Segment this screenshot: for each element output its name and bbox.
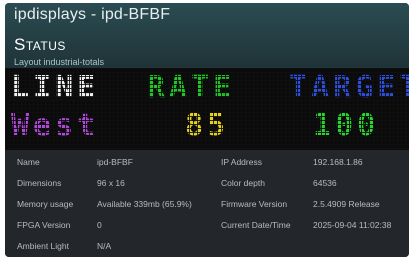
layout-label: Layout industrial-totals: [14, 57, 105, 67]
info-value: 64536: [313, 178, 337, 188]
info-value: ipd-BFBF: [97, 157, 133, 167]
info-value: 0: [97, 220, 102, 230]
display-text-target: TARGET: [289, 70, 409, 105]
display-text-rate: RATE: [147, 70, 236, 105]
header: ipdisplays - ipd-BFBF Status Layout indu…: [5, 3, 409, 68]
info-row: Name ipd-BFBF IP Address 192.168.1.86: [5, 152, 409, 173]
display-text-line: LINE: [11, 70, 100, 105]
info-value: N/A: [97, 241, 112, 251]
info-key: Dimensions: [17, 178, 62, 188]
info-key: Name: [17, 157, 40, 167]
info-value: 2.5.4909 Release: [313, 199, 380, 209]
info-row: Dimensions 96 x 16 Color depth 64536: [5, 173, 409, 194]
info-value: Available 339mb (65.9%): [97, 199, 192, 209]
info-key: Ambient Light: [17, 241, 69, 251]
info-row: Memory usage Available 339mb (65.9%) Fir…: [5, 194, 409, 215]
info-key: Color depth: [221, 178, 265, 188]
info-row: FPGA Version 0 Current Date/Time 2025-09…: [5, 215, 409, 236]
info-key: FPGA Version: [17, 220, 71, 230]
app-title: ipdisplays - ipd-BFBF: [14, 6, 171, 23]
info-key: Firmware Version: [221, 199, 288, 209]
info-key: Memory usage: [17, 199, 74, 209]
display-text-85: 85: [185, 108, 230, 143]
display-text-west: West: [11, 108, 100, 143]
info-table: Name ipd-BFBF IP Address 192.168.1.86 Di…: [5, 150, 409, 257]
info-key: Current Date/Time: [221, 220, 291, 230]
display-text-100: 100: [313, 108, 380, 143]
info-value: 2025-09-04 11:02:38: [313, 220, 392, 230]
info-row: Ambient Light N/A: [5, 236, 409, 257]
section-title: Status: [14, 35, 66, 54]
led-matrix-display: LINE RATE TARGET West 85 100: [5, 68, 409, 150]
info-value: 96 x 16: [97, 178, 125, 188]
info-value: 192.168.1.86: [313, 157, 363, 167]
status-card: ipdisplays - ipd-BFBF Status Layout indu…: [5, 3, 409, 257]
info-key: IP Address: [221, 157, 262, 167]
